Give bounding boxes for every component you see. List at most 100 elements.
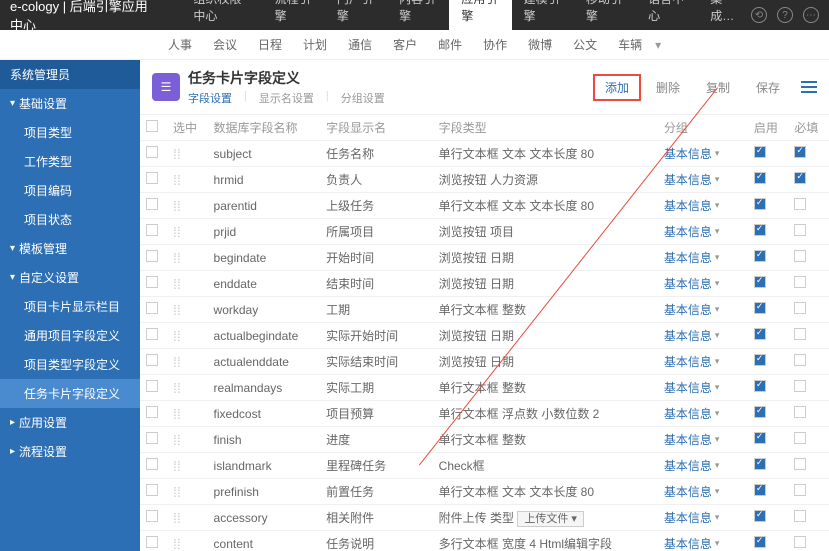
sidebar-group[interactable]: ▾模板管理	[0, 234, 140, 263]
drag-handle-icon[interactable]: ⁞⁞	[173, 484, 181, 500]
required-checkbox[interactable]	[794, 380, 806, 392]
enable-checkbox[interactable]	[754, 484, 766, 496]
enable-checkbox[interactable]	[754, 536, 766, 548]
sidebar-item[interactable]: 工作类型	[0, 147, 140, 176]
sub-tab[interactable]: 邮件	[430, 32, 470, 57]
row-checkbox[interactable]	[146, 484, 158, 496]
page-subtab[interactable]: 字段设置	[188, 90, 232, 106]
required-checkbox[interactable]	[794, 354, 806, 366]
drag-handle-icon[interactable]: ⁞⁞	[173, 302, 181, 318]
upload-button[interactable]: 上传文件 ▾	[517, 511, 584, 527]
row-checkbox[interactable]	[146, 276, 158, 288]
enable-checkbox[interactable]	[754, 510, 766, 522]
enable-checkbox[interactable]	[754, 250, 766, 262]
more-icon[interactable]: ⋯	[803, 7, 819, 23]
enable-checkbox[interactable]	[754, 380, 766, 392]
drag-handle-icon[interactable]: ⁞⁞	[173, 198, 181, 214]
top-tab[interactable]: 语言中心	[636, 0, 698, 30]
delete-button[interactable]: 删除	[645, 75, 691, 100]
enable-checkbox[interactable]	[754, 354, 766, 366]
enable-checkbox[interactable]	[754, 302, 766, 314]
sub-tab[interactable]: 客户	[385, 32, 425, 57]
group-select[interactable]: 基本信息 ▾	[664, 509, 742, 526]
group-select[interactable]: 基本信息 ▾	[664, 405, 742, 422]
sidebar-item[interactable]: 项目卡片显示栏目	[0, 292, 140, 321]
row-checkbox[interactable]	[146, 146, 158, 158]
sidebar-group[interactable]: ▾基础设置	[0, 89, 140, 118]
sub-tab[interactable]: 协作	[475, 32, 515, 57]
required-checkbox[interactable]	[794, 172, 806, 184]
enable-checkbox[interactable]	[754, 224, 766, 236]
top-tab[interactable]: 流程引擎	[263, 0, 325, 30]
sidebar-item[interactable]: 项目类型字段定义	[0, 350, 140, 379]
row-checkbox[interactable]	[146, 302, 158, 314]
top-tab[interactable]: 移动引擎	[574, 0, 636, 30]
group-select[interactable]: 基本信息 ▾	[664, 535, 742, 551]
drag-handle-icon[interactable]: ⁞⁞	[173, 458, 181, 474]
group-select[interactable]: 基本信息 ▾	[664, 145, 742, 162]
drag-handle-icon[interactable]: ⁞⁞	[173, 146, 181, 162]
group-select[interactable]: 基本信息 ▾	[664, 301, 742, 318]
row-checkbox[interactable]	[146, 536, 158, 548]
drag-handle-icon[interactable]: ⁞⁞	[173, 328, 181, 344]
sidebar-group[interactable]: ▸流程设置	[0, 437, 140, 466]
drag-handle-icon[interactable]: ⁞⁞	[173, 276, 181, 292]
drag-handle-icon[interactable]: ⁞⁞	[173, 406, 181, 422]
top-tab[interactable]: 内容引擎	[387, 0, 449, 30]
required-checkbox[interactable]	[794, 224, 806, 236]
group-select[interactable]: 基本信息 ▾	[664, 223, 742, 240]
row-checkbox[interactable]	[146, 510, 158, 522]
sub-tab[interactable]: 人事	[160, 32, 200, 57]
enable-checkbox[interactable]	[754, 432, 766, 444]
drag-handle-icon[interactable]: ⁞⁞	[173, 250, 181, 266]
row-checkbox[interactable]	[146, 198, 158, 210]
top-tab[interactable]: 门户引擎	[325, 0, 387, 30]
sub-tab[interactable]: 会议	[205, 32, 245, 57]
sub-tab[interactable]: 公文	[565, 32, 605, 57]
top-tab[interactable]: 集成…	[698, 0, 751, 30]
drag-handle-icon[interactable]: ⁞⁞	[173, 224, 181, 240]
required-checkbox[interactable]	[794, 328, 806, 340]
row-checkbox[interactable]	[146, 432, 158, 444]
enable-checkbox[interactable]	[754, 406, 766, 418]
row-checkbox[interactable]	[146, 172, 158, 184]
row-checkbox[interactable]	[146, 380, 158, 392]
drag-handle-icon[interactable]: ⁞⁞	[173, 354, 181, 370]
refresh-icon[interactable]: ⟲	[751, 7, 767, 23]
row-checkbox[interactable]	[146, 354, 158, 366]
enable-checkbox[interactable]	[754, 328, 766, 340]
group-select[interactable]: 基本信息 ▾	[664, 431, 742, 448]
required-checkbox[interactable]	[794, 198, 806, 210]
sub-tab[interactable]: 通信	[340, 32, 380, 57]
top-tab[interactable]: 建模引擎	[512, 0, 574, 30]
add-button[interactable]: 添加	[593, 74, 641, 101]
row-checkbox[interactable]	[146, 224, 158, 236]
select-all-checkbox[interactable]	[146, 120, 158, 132]
enable-checkbox[interactable]	[754, 276, 766, 288]
row-checkbox[interactable]	[146, 458, 158, 470]
required-checkbox[interactable]	[794, 146, 806, 158]
required-checkbox[interactable]	[794, 302, 806, 314]
top-tab[interactable]: 组织权限中心	[181, 0, 262, 30]
help-icon[interactable]: ?	[777, 7, 793, 23]
required-checkbox[interactable]	[794, 458, 806, 470]
copy-button[interactable]: 复制	[695, 75, 741, 100]
group-select[interactable]: 基本信息 ▾	[664, 171, 742, 188]
required-checkbox[interactable]	[794, 536, 806, 548]
page-subtab[interactable]: 分组设置	[341, 90, 385, 106]
top-tab[interactable]: 应用引擎	[449, 0, 511, 30]
sub-more-icon[interactable]: ▾	[655, 38, 661, 52]
sidebar-item[interactable]: 项目类型	[0, 118, 140, 147]
page-subtab[interactable]: 显示名设置	[259, 90, 314, 106]
drag-handle-icon[interactable]: ⁞⁞	[173, 536, 181, 551]
required-checkbox[interactable]	[794, 406, 806, 418]
sidebar-item[interactable]: 通用项目字段定义	[0, 321, 140, 350]
drag-handle-icon[interactable]: ⁞⁞	[173, 510, 181, 526]
group-select[interactable]: 基本信息 ▾	[664, 275, 742, 292]
drag-handle-icon[interactable]: ⁞⁞	[173, 380, 181, 396]
drag-handle-icon[interactable]: ⁞⁞	[173, 172, 181, 188]
sub-tab[interactable]: 计划	[295, 32, 335, 57]
sidebar-group[interactable]: ▾自定义设置	[0, 263, 140, 292]
drag-handle-icon[interactable]: ⁞⁞	[173, 432, 181, 448]
group-select[interactable]: 基本信息 ▾	[664, 457, 742, 474]
